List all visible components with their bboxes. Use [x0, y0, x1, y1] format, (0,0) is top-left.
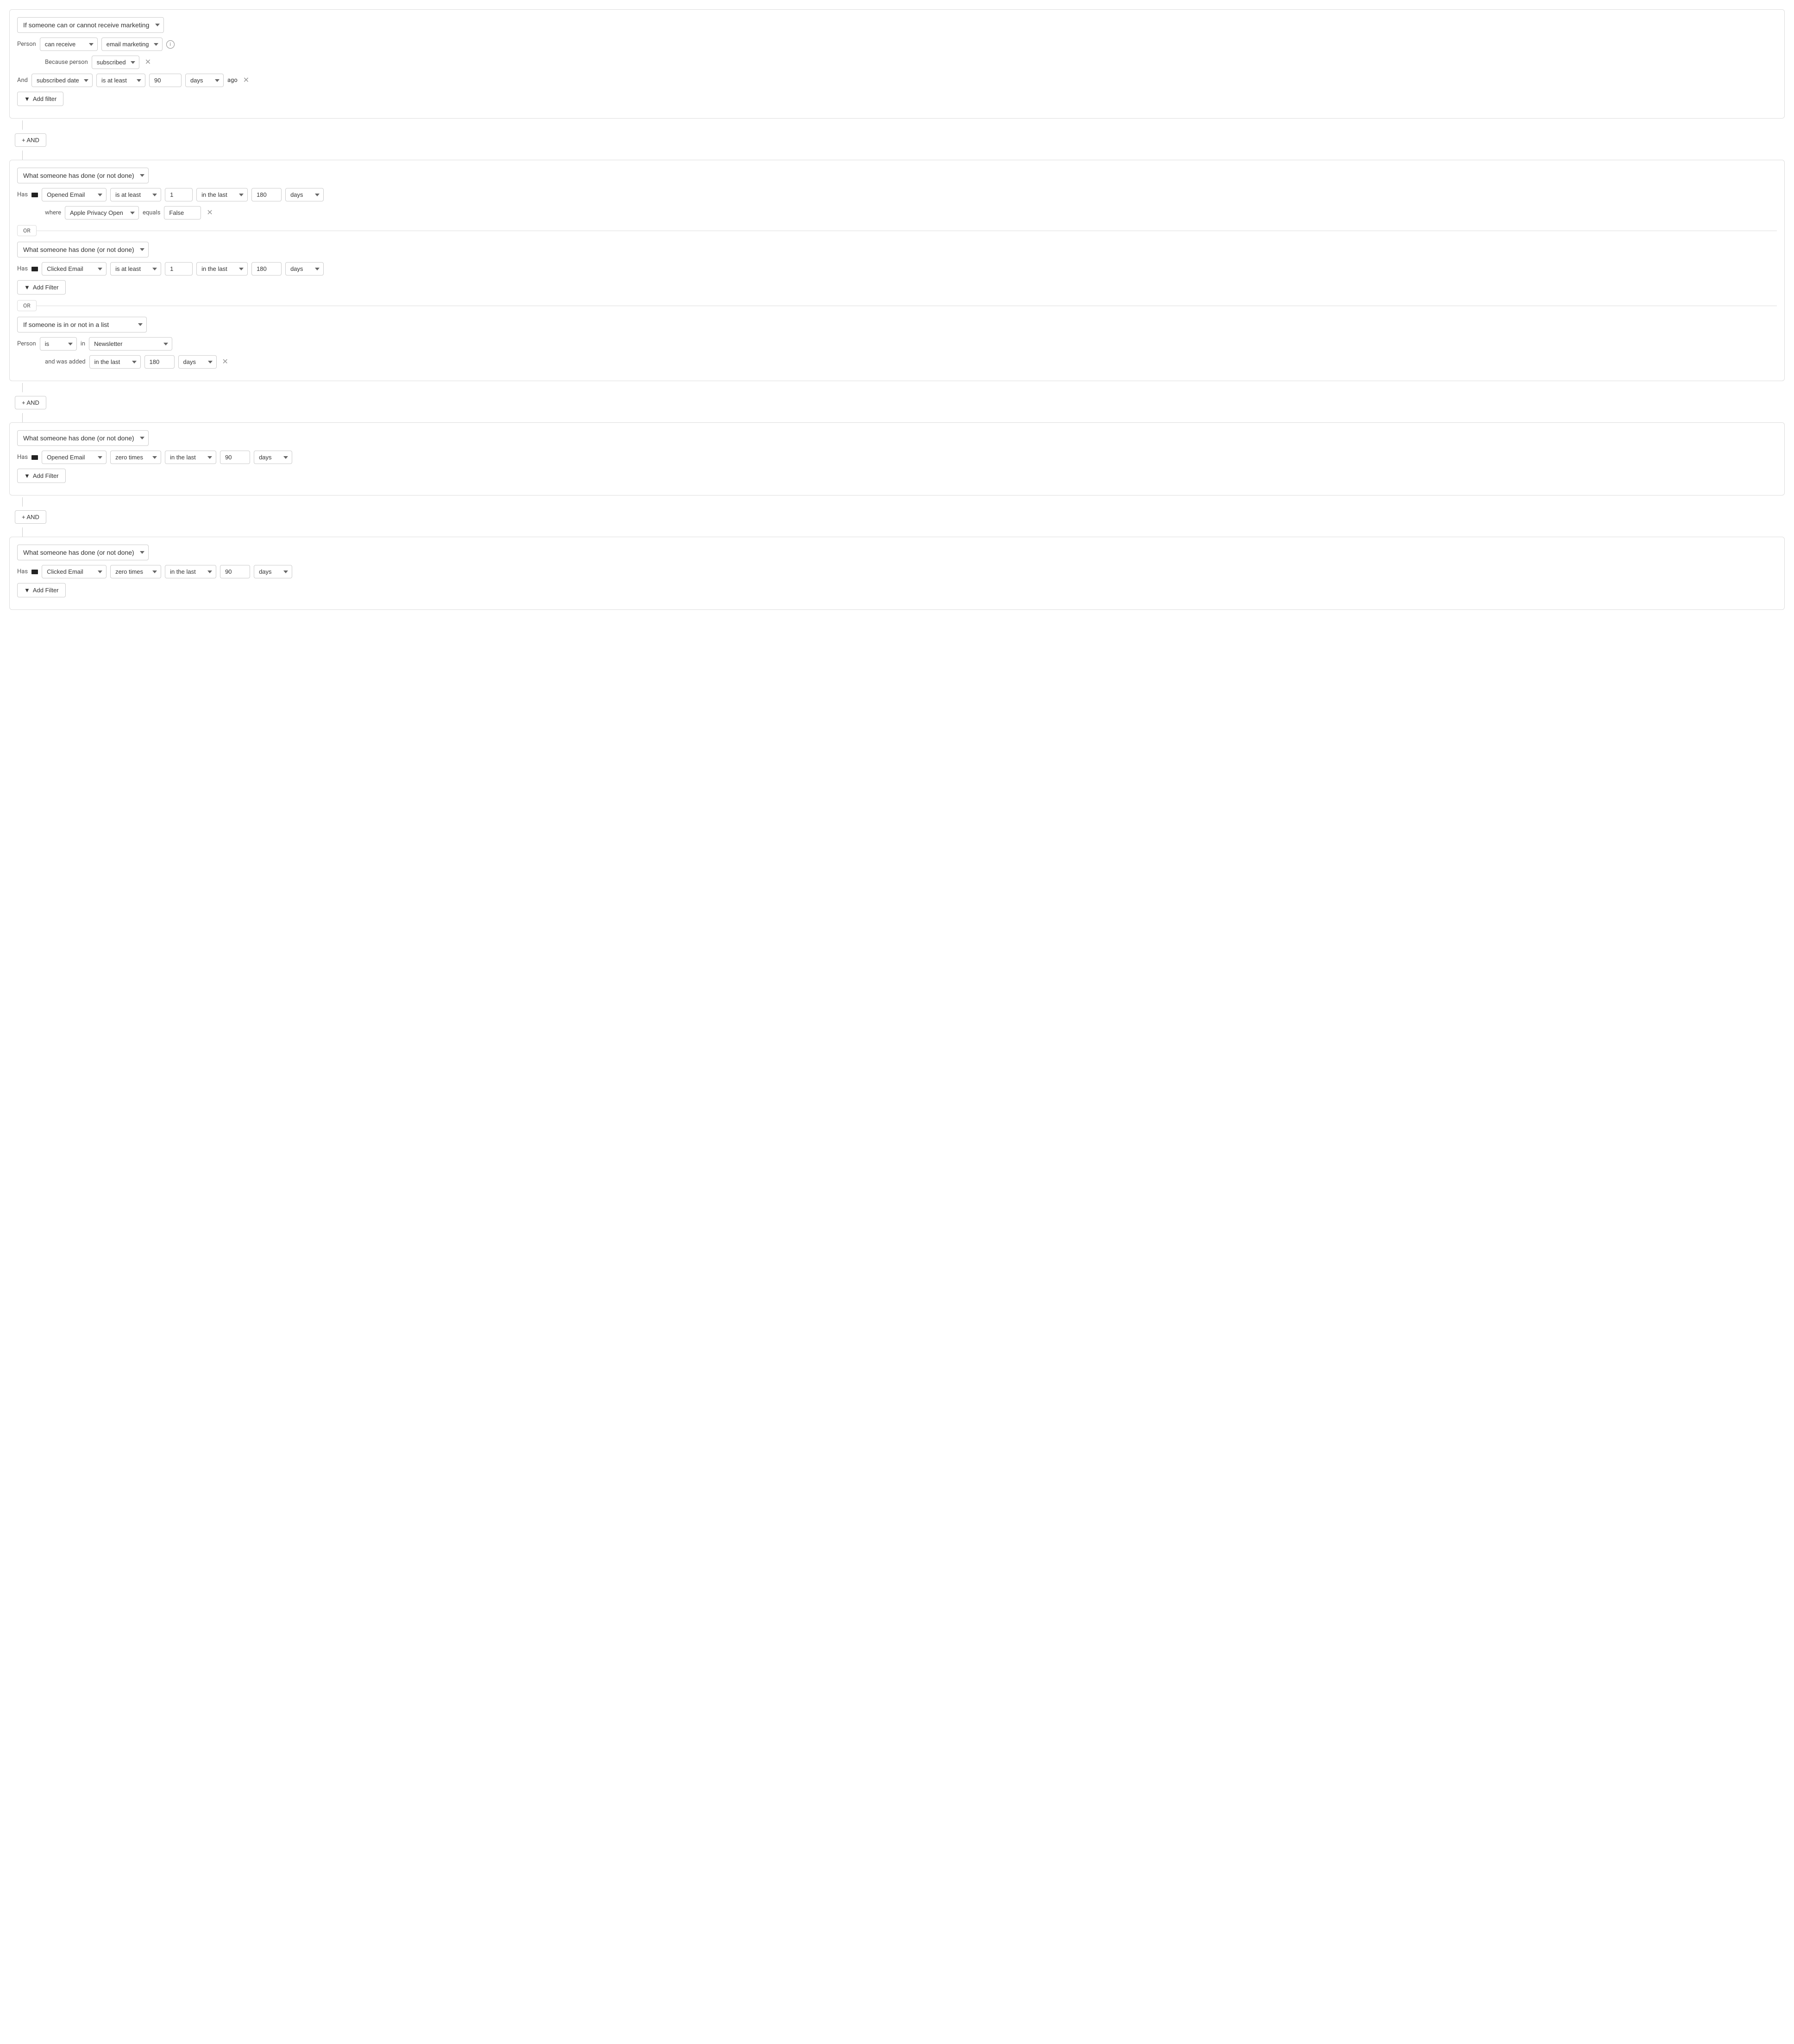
sub-block-list: If someone is in or not in a list Person…	[17, 317, 1777, 369]
event-dropdown-2b[interactable]: Opened Email Clicked Email	[42, 262, 107, 276]
newsletter-dropdown-2c[interactable]: Newsletter	[89, 337, 172, 351]
what-done-dropdown-4[interactable]: What someone has done (or not done)	[17, 545, 149, 560]
remove-where-btn-2a[interactable]: ✕	[205, 209, 214, 217]
add-filter-btn-3[interactable]: ▼ Add Filter	[17, 469, 66, 483]
block-clicked-zero: What someone has done (or not done) Has …	[9, 537, 1785, 610]
has-label-2b: Has	[17, 265, 28, 272]
email-icon-2b	[31, 267, 38, 271]
add-filter-btn-2b[interactable]: ▼ Add Filter	[17, 280, 66, 295]
or-separator-2: OR	[17, 300, 1777, 311]
ago-label: ago	[227, 77, 238, 84]
block-group: What someone has done (or not done) Has …	[9, 160, 1785, 381]
condition-dropdown-2a[interactable]: is at least zero times	[110, 188, 161, 201]
and-connector-2: + AND	[9, 396, 1785, 409]
condition-dropdown-3[interactable]: is at least zero times	[110, 451, 161, 464]
or-label-1: OR	[17, 225, 37, 236]
time-unit-dropdown-2a[interactable]: days weeks months	[285, 188, 324, 201]
time-value-input-2b[interactable]	[251, 262, 282, 276]
is-dropdown-2c[interactable]: is is not	[40, 337, 77, 351]
count-input-2b[interactable]	[165, 262, 193, 276]
filter-icon-2b: ▼	[24, 284, 30, 291]
remove-and-btn[interactable]: ✕	[241, 77, 251, 84]
and-btn-3[interactable]: + AND	[15, 510, 46, 524]
block-opened-zero: What someone has done (or not done) Has …	[9, 422, 1785, 495]
person-label: Person	[17, 41, 36, 48]
subscribed-dropdown[interactable]: subscribed	[92, 56, 139, 69]
value-input-2a[interactable]	[164, 206, 201, 219]
email-icon-2a	[31, 193, 38, 197]
time-unit-dropdown-2b[interactable]: days weeks months	[285, 262, 324, 276]
property-dropdown-2a[interactable]: Apple Privacy Open	[65, 206, 139, 219]
info-icon[interactable]: i	[166, 40, 175, 49]
time-value-input-3[interactable]	[220, 451, 250, 464]
is-at-least-dropdown[interactable]: is at least is less than in the last	[96, 74, 145, 87]
connector-line-3	[22, 383, 23, 392]
connector-line-4	[22, 413, 23, 422]
can-receive-dropdown[interactable]: can receive cannot receive	[40, 38, 98, 51]
and-connector-3: + AND	[9, 510, 1785, 524]
added-unit-dropdown-2c[interactable]: days weeks months	[178, 355, 217, 369]
connector-line-5	[22, 497, 23, 507]
connector-line-1	[22, 120, 23, 130]
and-connector-1: + AND	[9, 133, 1785, 147]
marketing-dropdown[interactable]: If someone can or cannot receive marketi…	[17, 17, 164, 33]
add-filter-btn-1[interactable]: ▼ Add filter	[17, 92, 63, 106]
email-icon-4	[31, 570, 38, 574]
has-label-4: Has	[17, 568, 28, 575]
days-unit-dropdown[interactable]: days weeks months	[185, 74, 224, 87]
block-marketing: If someone can or cannot receive marketi…	[9, 9, 1785, 119]
in-label-2c: in	[81, 340, 85, 347]
time-value-input-2a[interactable]	[251, 188, 282, 201]
or-label-2: OR	[17, 300, 37, 311]
because-person-label: Because person	[45, 59, 88, 66]
has-label-2a: Has	[17, 191, 28, 198]
connector-line-2	[22, 150, 23, 160]
add-filter-btn-4[interactable]: ▼ Add Filter	[17, 583, 66, 597]
equals-label-2a: equals	[143, 209, 160, 216]
condition-dropdown-2b[interactable]: is at least zero times	[110, 262, 161, 276]
time-condition-dropdown-4[interactable]: in the last over all time	[165, 565, 216, 578]
filter-icon-1: ▼	[24, 95, 30, 102]
time-unit-dropdown-3[interactable]: days weeks months	[254, 451, 292, 464]
has-label-3: Has	[17, 454, 28, 461]
remove-added-btn-2c[interactable]: ✕	[220, 358, 230, 366]
time-condition-dropdown-2b[interactable]: in the last over all time	[196, 262, 248, 276]
filter-icon-4: ▼	[24, 587, 30, 594]
event-dropdown-2a[interactable]: Opened Email Clicked Email	[42, 188, 107, 201]
and-btn-2[interactable]: + AND	[15, 396, 46, 409]
time-condition-dropdown-2a[interactable]: in the last over all time	[196, 188, 248, 201]
person-label-2c: Person	[17, 340, 36, 347]
what-done-dropdown-2a[interactable]: What someone has done (or not done)	[17, 168, 149, 183]
time-condition-dropdown-3[interactable]: in the last over all time	[165, 451, 216, 464]
or-separator-1: OR	[17, 225, 1777, 236]
and-label: And	[17, 77, 28, 84]
added-condition-dropdown-2c[interactable]: in the last over all time	[89, 355, 141, 369]
condition-dropdown-4[interactable]: is at least zero times	[110, 565, 161, 578]
days-value-input[interactable]	[149, 74, 182, 87]
where-label-2a: where	[45, 209, 61, 216]
event-dropdown-4[interactable]: Opened Email Clicked Email	[42, 565, 107, 578]
connector-line-6	[22, 527, 23, 537]
subscribed-date-dropdown[interactable]: subscribed date	[31, 74, 93, 87]
email-marketing-dropdown[interactable]: email marketing	[101, 38, 163, 51]
event-dropdown-3[interactable]: Opened Email Clicked Email	[42, 451, 107, 464]
list-dropdown-2c[interactable]: If someone is in or not in a list	[17, 317, 147, 332]
and-btn-1[interactable]: + AND	[15, 133, 46, 147]
email-icon-3	[31, 455, 38, 460]
what-done-dropdown-2b[interactable]: What someone has done (or not done)	[17, 242, 149, 257]
time-value-input-4[interactable]	[220, 565, 250, 578]
and-was-added-label: and was added	[45, 358, 86, 365]
filter-icon-3: ▼	[24, 472, 30, 479]
what-done-dropdown-3[interactable]: What someone has done (or not done)	[17, 430, 149, 446]
sub-block-clicked-email: What someone has done (or not done) Has …	[17, 242, 1777, 295]
time-unit-dropdown-4[interactable]: days weeks months	[254, 565, 292, 578]
added-value-input-2c[interactable]	[144, 355, 175, 369]
remove-because-btn[interactable]: ✕	[143, 59, 153, 66]
count-input-2a[interactable]	[165, 188, 193, 201]
sub-block-opened-email: What someone has done (or not done) Has …	[17, 168, 1777, 219]
